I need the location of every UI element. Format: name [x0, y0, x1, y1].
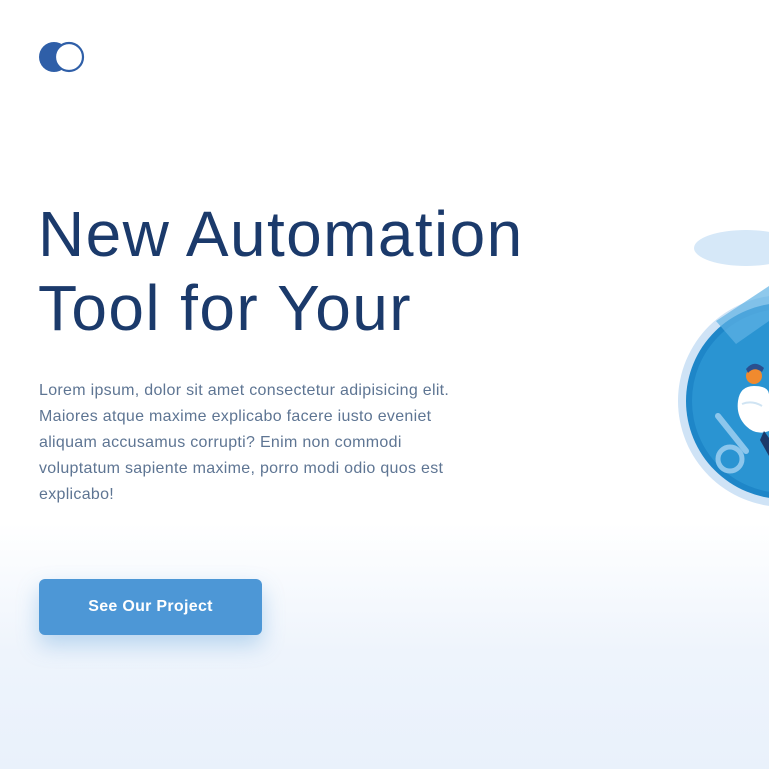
hero-title-line-1: New Automation [38, 198, 524, 270]
hero-title: New Automation Tool for Your [38, 197, 598, 345]
hero-description: Lorem ipsum, dolor sit amet consectetur … [39, 382, 450, 503]
hero-title-line-2: Tool for Your [38, 272, 413, 344]
logo-icon[interactable] [39, 41, 87, 73]
automation-illustration [676, 226, 769, 536]
see-our-project-button[interactable]: See Our Project [39, 579, 262, 635]
